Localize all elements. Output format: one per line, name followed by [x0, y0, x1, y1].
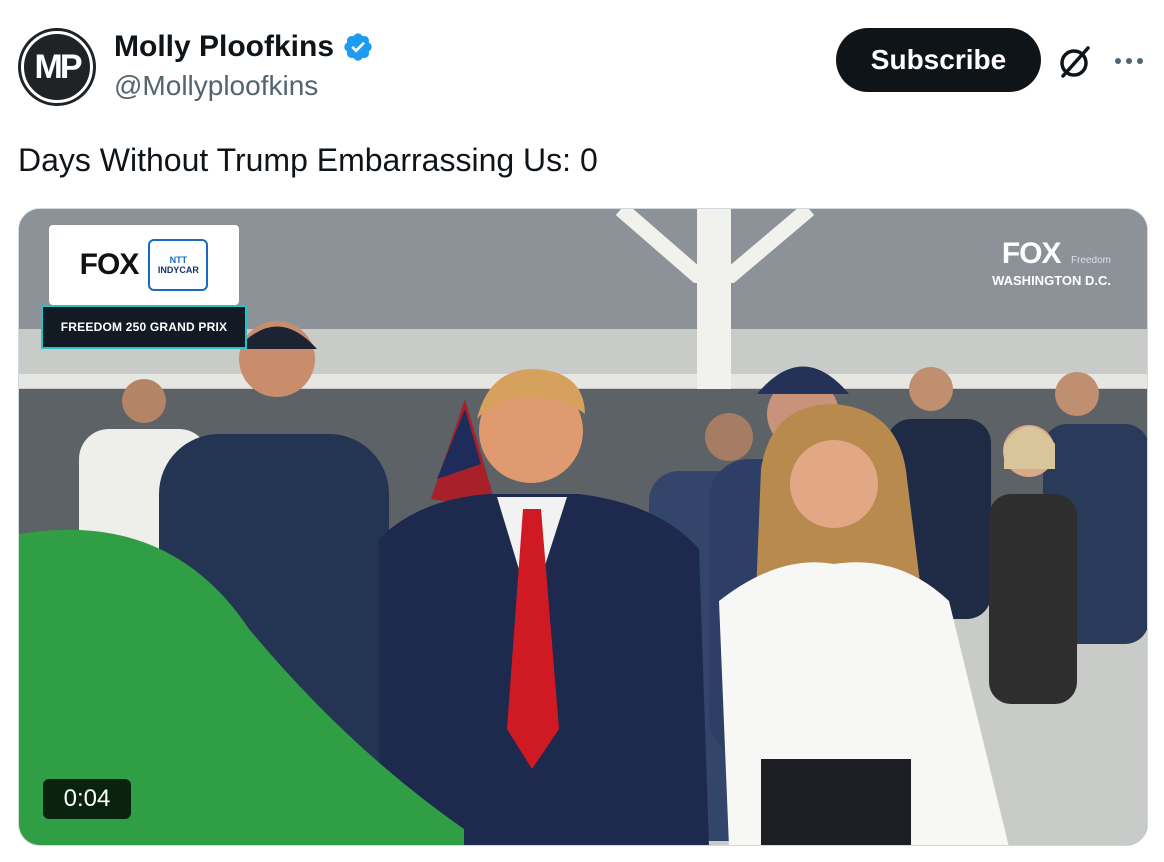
network-logo: FOX Freedom WASHINGTON D.C.	[992, 237, 1111, 288]
melania-skirt	[761, 759, 911, 845]
tweet-text: Days Without Trump Embarrassing Us: 0	[18, 142, 598, 178]
more-options-icon[interactable]	[1112, 48, 1146, 74]
crowd-head	[909, 367, 953, 411]
video-duration: 0:04	[43, 779, 131, 819]
upper-rail	[19, 374, 1147, 388]
network-fox-logo: FOX	[1001, 237, 1062, 270]
subscribe-button[interactable]: Subscribe	[836, 28, 1041, 92]
indycar-logo: NTT INDYCAR	[148, 239, 209, 291]
network-sublogo: Freedom	[1070, 255, 1111, 266]
grok-icon[interactable]	[1055, 42, 1095, 82]
indycar-label: INDYCAR	[157, 265, 199, 275]
crowd-head	[122, 379, 166, 423]
avatar-initials: MP	[21, 31, 93, 103]
author-name-row: Molly Ploofkins	[114, 30, 374, 64]
author-handle[interactable]: @Mollyploofkins	[114, 70, 374, 102]
crowd-head	[1055, 372, 1099, 416]
fox-logo: FOX	[79, 248, 140, 281]
race-name-label: FREEDOM 250 GRAND PRIX	[41, 305, 247, 349]
author-avatar[interactable]: MP	[18, 28, 96, 106]
ntt-label: NTT	[169, 255, 188, 265]
crowd-head	[705, 413, 753, 461]
broadcast-badge: FOX NTT INDYCAR	[49, 225, 239, 305]
author-name[interactable]: Molly Ploofkins	[114, 30, 334, 64]
verified-badge-icon[interactable]	[342, 31, 374, 63]
author-block: Molly Ploofkins @Mollyploofkins	[114, 30, 374, 102]
video-player[interactable]: FOX NTT INDYCAR FREEDOM 250 GRAND PRIX F…	[18, 208, 1148, 846]
network-city: WASHINGTON D.C.	[992, 273, 1111, 288]
melania-face	[790, 440, 878, 528]
crowd-body	[989, 494, 1077, 704]
